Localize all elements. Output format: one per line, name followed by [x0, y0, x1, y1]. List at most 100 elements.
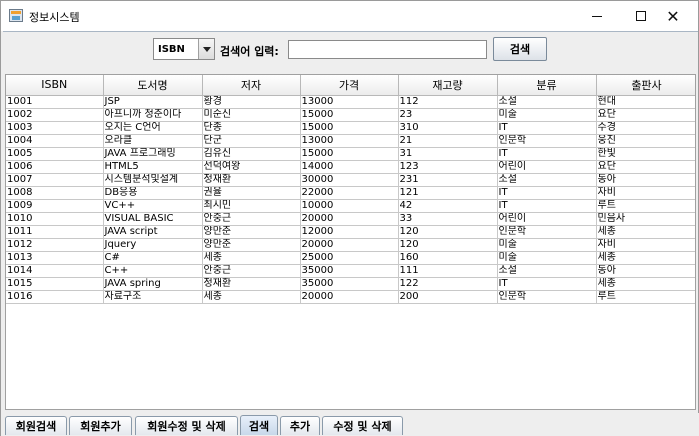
- cell-publisher[interactable]: 자비: [596, 238, 695, 252]
- cell-publisher[interactable]: 요단: [596, 108, 695, 122]
- cell-isbn[interactable]: 1011: [6, 225, 104, 239]
- cell-stock[interactable]: 21: [398, 134, 498, 148]
- cell-author[interactable]: 정재환: [202, 277, 301, 291]
- tab-member-add[interactable]: 회원추가: [69, 416, 132, 435]
- cell-isbn[interactable]: 1002: [6, 108, 104, 122]
- cell-stock[interactable]: 231: [398, 173, 498, 187]
- cell-publisher[interactable]: 웅진: [596, 134, 695, 148]
- cell-author[interactable]: 세종: [202, 251, 301, 265]
- cell-isbn[interactable]: 1009: [6, 199, 104, 213]
- cell-title[interactable]: HTML5: [103, 160, 203, 174]
- cell-author[interactable]: 단군: [202, 134, 301, 148]
- cell-isbn[interactable]: 1006: [6, 160, 104, 174]
- cell-category[interactable]: 소설: [497, 173, 597, 187]
- cell-author[interactable]: 단종: [202, 121, 301, 135]
- table-row[interactable]: 1007 시스템분석및설계 정재환 30000 231 소설 동아: [6, 173, 695, 187]
- cell-author[interactable]: 양만춘: [202, 238, 301, 252]
- cell-publisher[interactable]: 동아: [596, 173, 695, 187]
- cell-author[interactable]: 정재환: [202, 173, 301, 187]
- column-header-title[interactable]: 도서명: [103, 75, 203, 96]
- cell-stock[interactable]: 112: [398, 95, 498, 109]
- cell-isbn[interactable]: 1008: [6, 186, 104, 200]
- cell-stock[interactable]: 200: [398, 290, 498, 304]
- cell-stock[interactable]: 121: [398, 186, 498, 200]
- tab-member-edit-delete[interactable]: 회원수정 및 삭제: [135, 416, 238, 435]
- cell-isbn[interactable]: 1016: [6, 290, 104, 304]
- column-header-category[interactable]: 분류: [497, 75, 597, 96]
- cell-category[interactable]: 소설: [497, 264, 597, 278]
- cell-category[interactable]: 인문학: [497, 225, 597, 239]
- cell-isbn[interactable]: 1004: [6, 134, 104, 148]
- minimize-button[interactable]: [575, 1, 619, 31]
- table-row[interactable]: 1002 아프니까 청춘이다 미순신 15000 23 미술 요단: [6, 108, 695, 122]
- cell-title[interactable]: 오라클: [103, 134, 203, 148]
- cell-author[interactable]: 안중근: [202, 264, 301, 278]
- table-row[interactable]: 1012 Jquery 양만춘 20000 120 미술 자비: [6, 238, 695, 252]
- tab-member-search[interactable]: 회원검색: [5, 416, 67, 435]
- cell-isbn[interactable]: 1005: [6, 147, 104, 161]
- cell-stock[interactable]: 31: [398, 147, 498, 161]
- cell-isbn[interactable]: 1003: [6, 121, 104, 135]
- cell-author[interactable]: 황경: [202, 95, 301, 109]
- cell-stock[interactable]: 23: [398, 108, 498, 122]
- cell-stock[interactable]: 111: [398, 264, 498, 278]
- cell-isbn[interactable]: 1012: [6, 238, 104, 252]
- cell-title[interactable]: JAVA script: [103, 225, 203, 239]
- column-header-price[interactable]: 가격: [300, 75, 399, 96]
- cell-isbn[interactable]: 1014: [6, 264, 104, 278]
- table-row[interactable]: 1015 JAVA spring 정재환 35000 122 IT 세종: [6, 277, 695, 291]
- cell-title[interactable]: C++: [103, 264, 203, 278]
- table-row[interactable]: 1013 C# 세종 25000 160 미술 세종: [6, 251, 695, 265]
- cell-category[interactable]: 어린이: [497, 160, 597, 174]
- search-input[interactable]: [288, 40, 487, 59]
- cell-title[interactable]: VC++: [103, 199, 203, 213]
- cell-price[interactable]: 15000: [300, 121, 399, 135]
- cell-title[interactable]: 오지는 C언어: [103, 121, 203, 135]
- table-row[interactable]: 1004 오라클 단군 13000 21 인문학 웅진: [6, 134, 695, 148]
- cell-stock[interactable]: 310: [398, 121, 498, 135]
- cell-price[interactable]: 12000: [300, 225, 399, 239]
- cell-author[interactable]: 양만춘: [202, 225, 301, 239]
- cell-title[interactable]: JAVA spring: [103, 277, 203, 291]
- search-button[interactable]: 검색: [493, 37, 547, 61]
- cell-category[interactable]: IT: [497, 186, 597, 200]
- tab-add[interactable]: 추가: [280, 416, 320, 435]
- cell-category[interactable]: 미술: [497, 108, 597, 122]
- cell-category[interactable]: IT: [497, 199, 597, 213]
- cell-title[interactable]: DB응용: [103, 186, 203, 200]
- cell-publisher[interactable]: 루트: [596, 290, 695, 304]
- cell-title[interactable]: 자료구조: [103, 290, 203, 304]
- cell-title[interactable]: VISUAL BASIC: [103, 212, 203, 226]
- table-row[interactable]: 1008 DB응용 권율 22000 121 IT 자비: [6, 186, 695, 200]
- cell-publisher[interactable]: 세종: [596, 225, 695, 239]
- table-row[interactable]: 1011 JAVA script 양만춘 12000 120 인문학 세종: [6, 225, 695, 239]
- cell-price[interactable]: 13000: [300, 95, 399, 109]
- cell-title[interactable]: 아프니까 청춘이다: [103, 108, 203, 122]
- cell-publisher[interactable]: 세종: [596, 251, 695, 265]
- cell-title[interactable]: JSP: [103, 95, 203, 109]
- tab-edit-delete[interactable]: 수정 및 삭제: [322, 416, 403, 435]
- cell-price[interactable]: 25000: [300, 251, 399, 265]
- cell-category[interactable]: IT: [497, 121, 597, 135]
- cell-category[interactable]: IT: [497, 277, 597, 291]
- cell-author[interactable]: 미순신: [202, 108, 301, 122]
- cell-price[interactable]: 30000: [300, 173, 399, 187]
- cell-price[interactable]: 14000: [300, 160, 399, 174]
- table-row[interactable]: 1010 VISUAL BASIC 안중근 20000 33 어린이 민음사: [6, 212, 695, 226]
- table-row[interactable]: 1005 JAVA 프로그래밍 김유신 15000 31 IT 한빛: [6, 147, 695, 161]
- cell-category[interactable]: 인문학: [497, 290, 597, 304]
- cell-publisher[interactable]: 현대: [596, 95, 695, 109]
- cell-price[interactable]: 22000: [300, 186, 399, 200]
- cell-author[interactable]: 권율: [202, 186, 301, 200]
- table-row[interactable]: 1016 자료구조 세종 20000 200 인문학 루트: [6, 290, 695, 304]
- cell-category[interactable]: 미술: [497, 251, 597, 265]
- cell-isbn[interactable]: 1013: [6, 251, 104, 265]
- cell-author[interactable]: 김유신: [202, 147, 301, 161]
- cell-price[interactable]: 20000: [300, 238, 399, 252]
- cell-stock[interactable]: 120: [398, 238, 498, 252]
- cell-category[interactable]: IT: [497, 147, 597, 161]
- book-table[interactable]: ISBN 도서명 저자 가격 재고량 분류 출판사 1001 JSP 황경 13000…: [5, 74, 696, 410]
- cell-price[interactable]: 35000: [300, 264, 399, 278]
- cell-author[interactable]: 세종: [202, 290, 301, 304]
- title-bar[interactable]: 정보시스템 ✕: [1, 1, 698, 31]
